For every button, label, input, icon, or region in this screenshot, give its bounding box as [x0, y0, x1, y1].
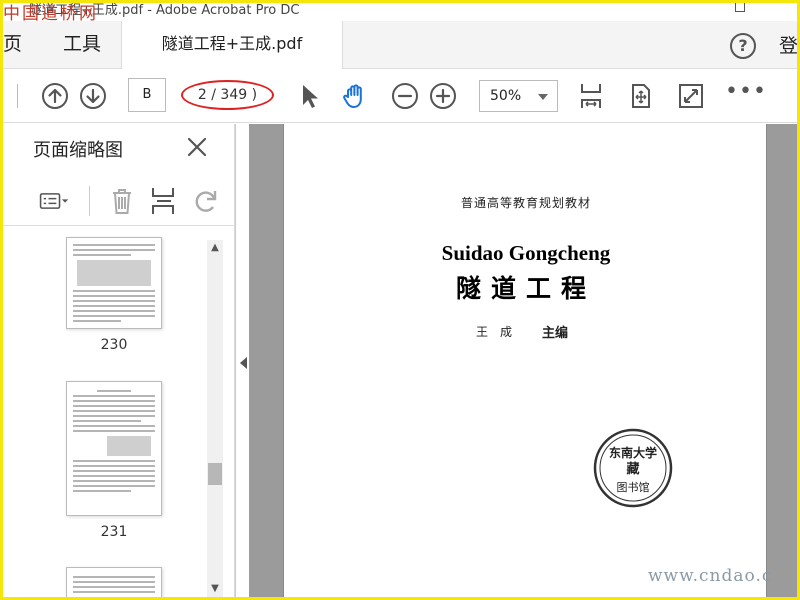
scrollbar-thumb[interactable] — [208, 463, 222, 485]
svg-text:图书馆: 图书馆 — [617, 480, 650, 494]
zoom-value: 50% — [490, 88, 522, 104]
page-number-input[interactable]: B — [128, 78, 166, 112]
close-icon[interactable] — [184, 134, 210, 160]
editor-role: 主编 — [542, 326, 569, 341]
chevron-down-icon — [538, 94, 548, 100]
pinyin-title: Suidao Gongcheng — [441, 241, 611, 265]
panel-toolbar-divider — [89, 186, 90, 216]
page-thumbnail-231[interactable] — [66, 381, 162, 516]
zoom-in-icon[interactable] — [429, 82, 457, 110]
thumbnail-scrollbar[interactable]: ▲ ▼ — [207, 240, 223, 597]
more-tools-icon[interactable]: ••• — [725, 81, 767, 103]
title-bar: 隧道工程+王成.pdf - Adobe Acrobat Pro DC 中国道桥网 — [3, 3, 797, 24]
thumbnail-label: 231 — [100, 524, 128, 540]
panel-toolbar — [3, 176, 235, 226]
tab-document[interactable]: 隧道工程+王成.pdf — [121, 21, 343, 69]
thumbnail-options-icon[interactable] — [39, 186, 77, 216]
panel-collapse-handle[interactable] — [235, 124, 249, 597]
svg-text:东南大学: 东南大学 — [609, 445, 657, 460]
sign-in-link[interactable]: 登 — [779, 31, 797, 58]
page-count-annotated: 2 / 349 ) — [181, 80, 274, 110]
help-icon[interactable]: ? — [730, 33, 756, 59]
hand-tool-icon[interactable] — [341, 82, 369, 110]
author-name: 王成 — [476, 325, 525, 339]
thumbnail-label: 230 — [100, 337, 128, 353]
watermark-url: www.cndao.c — [648, 566, 773, 586]
pdf-page: 普通高等教育规划教材 Suidao Gongcheng 隧道工程 王成 主编 东… — [283, 124, 767, 597]
scroll-down-icon[interactable]: ▼ — [210, 584, 220, 594]
chinese-title: 隧道工程 — [455, 274, 596, 303]
delete-page-icon[interactable] — [107, 186, 137, 216]
next-page-icon[interactable] — [79, 82, 107, 110]
scroll-up-icon[interactable]: ▲ — [210, 243, 220, 253]
tab-tools[interactable]: 工具 — [43, 21, 121, 69]
previous-page-icon[interactable] — [41, 82, 69, 110]
tab-home[interactable]: 页 — [3, 21, 41, 69]
restore-window-icon[interactable] — [735, 3, 745, 12]
full-screen-icon[interactable] — [677, 82, 705, 110]
library-stamp: 东南大学 藏 图书馆 — [592, 427, 674, 509]
main-toolbar: B 2 / 349 ) 50% ••• — [3, 70, 797, 123]
insert-page-icon[interactable] — [149, 186, 179, 216]
app-window: 隧道工程+王成.pdf - Adobe Acrobat Pro DC 中国道桥网… — [3, 3, 797, 597]
toolbar-divider — [17, 84, 18, 108]
document-viewport[interactable]: 普通高等教育规划教材 Suidao Gongcheng 隧道工程 王成 主编 东… — [249, 124, 797, 597]
collapse-arrow-icon[interactable] — [240, 357, 247, 369]
thumbnails-panel: 页面缩略图 230 231 ▲ ▼ — [3, 124, 235, 597]
select-cursor-icon[interactable] — [295, 82, 323, 110]
page-thumbnail-230[interactable] — [66, 237, 162, 329]
fit-page-icon[interactable] — [577, 82, 605, 110]
thumbnail-list: 230 231 — [3, 227, 235, 597]
scroll-mode-icon[interactable] — [627, 82, 655, 110]
page-thumbnail-next[interactable] — [66, 567, 162, 597]
series-title: 普通高等教育规划教材 — [460, 196, 591, 210]
panel-title: 页面缩略图 — [33, 140, 123, 161]
svg-text:藏: 藏 — [626, 461, 639, 477]
rotate-icon[interactable] — [191, 186, 221, 216]
zoom-select[interactable]: 50% — [479, 80, 558, 112]
zoom-out-icon[interactable] — [391, 82, 419, 110]
menu-tab-bar: 页 工具 隧道工程+王成.pdf ? 登 — [3, 21, 797, 69]
